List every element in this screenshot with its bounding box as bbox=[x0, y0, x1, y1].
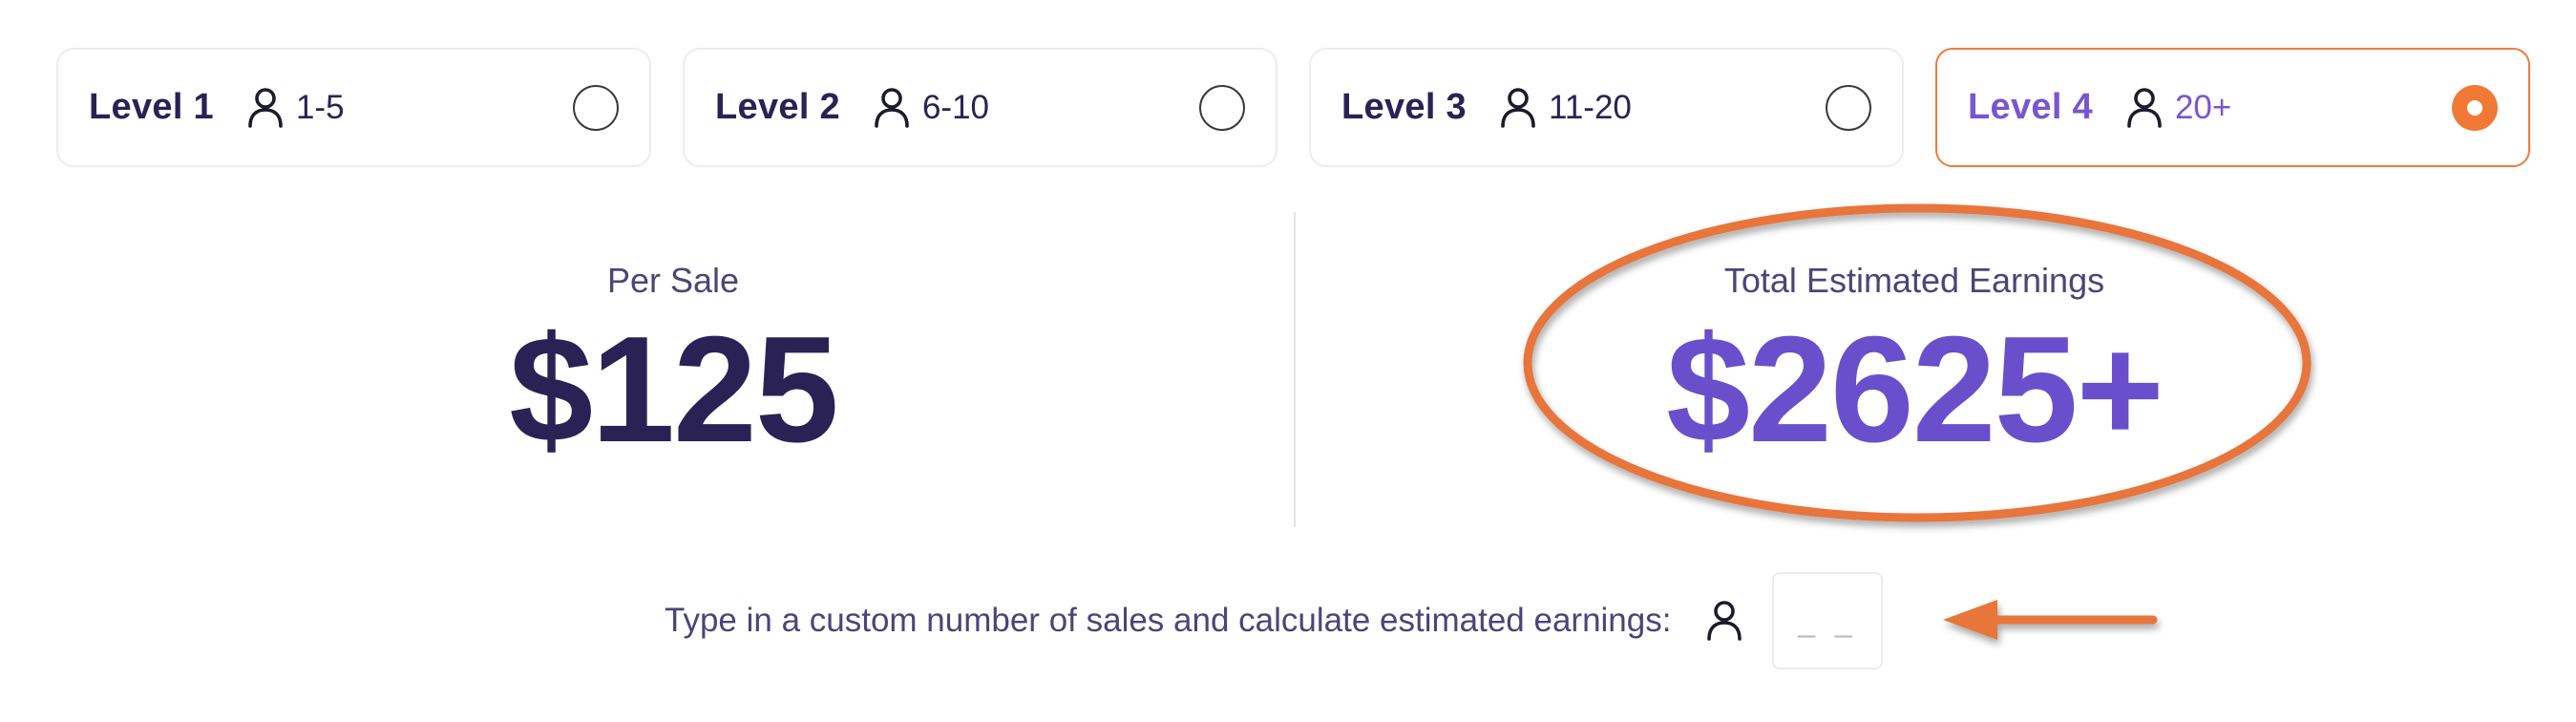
per-sale-label: Per Sale bbox=[606, 261, 740, 300]
level-card-3[interactable]: Level 3 11-20 bbox=[1309, 48, 1904, 167]
total-earnings-label: Total Estimated Earnings bbox=[1723, 261, 2105, 300]
total-earnings-panel: Total Estimated Earnings $2625+ bbox=[1432, 215, 2397, 530]
level-card-4[interactable]: Level 4 20+ bbox=[1935, 48, 2530, 167]
custom-sales-input[interactable] bbox=[1772, 572, 1884, 669]
level-selector: Level 1 1-5 Level 2 6-10 Level 3 11-20 L… bbox=[0, 0, 2576, 191]
per-sale-panel: Per Sale $125 bbox=[191, 215, 1155, 530]
level-radio[interactable] bbox=[1199, 84, 1245, 131]
level-range: 20+ bbox=[2174, 88, 2232, 126]
custom-sales-row: Type in a custom number of sales and cal… bbox=[665, 572, 1884, 669]
custom-sales-label: Type in a custom number of sales and cal… bbox=[665, 602, 1672, 639]
level-label: Level 2 bbox=[715, 87, 840, 127]
level-range: 11-20 bbox=[1548, 88, 1632, 126]
person-icon bbox=[246, 87, 285, 129]
panel-divider bbox=[1294, 212, 1296, 527]
level-label: Level 3 bbox=[1341, 87, 1467, 127]
total-earnings-value: $2625+ bbox=[1666, 306, 2164, 474]
earnings-calculator: Level 1 1-5 Level 2 6-10 Level 3 11-20 L… bbox=[0, 0, 2576, 722]
person-icon bbox=[1705, 600, 1743, 642]
level-label: Level 4 bbox=[1968, 87, 2093, 127]
level-radio[interactable] bbox=[573, 84, 619, 131]
level-radio-selected[interactable] bbox=[2452, 84, 2498, 131]
person-icon bbox=[873, 87, 911, 129]
level-range: 6-10 bbox=[921, 88, 990, 126]
level-range: 1-5 bbox=[295, 88, 345, 126]
per-sale-value: $125 bbox=[509, 306, 839, 474]
level-label: Level 1 bbox=[89, 87, 214, 127]
person-icon bbox=[1499, 87, 1537, 129]
level-card-2[interactable]: Level 2 6-10 bbox=[683, 48, 1277, 167]
pointer-arrow bbox=[1943, 600, 2158, 640]
level-radio[interactable] bbox=[1826, 84, 1871, 131]
person-icon bbox=[2125, 87, 2164, 129]
level-card-1[interactable]: Level 1 1-5 bbox=[56, 48, 651, 167]
